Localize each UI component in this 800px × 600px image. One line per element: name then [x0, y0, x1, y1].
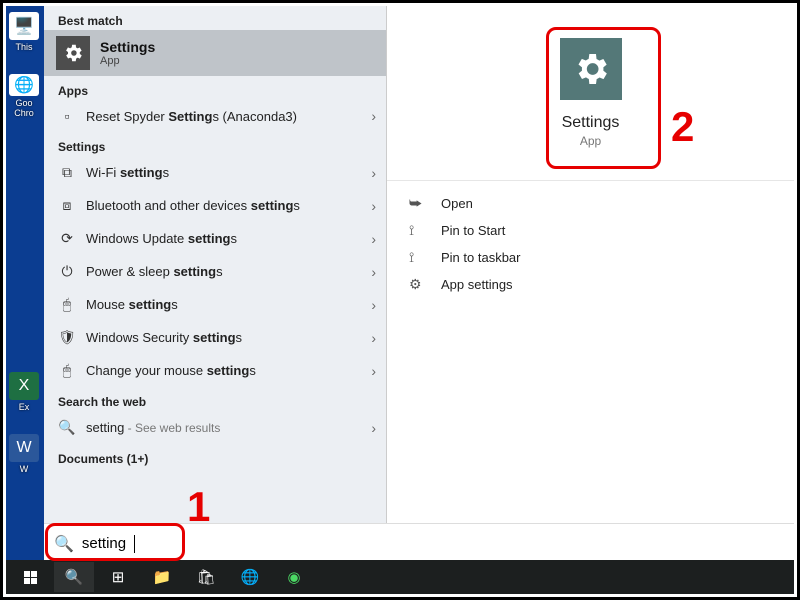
app-label: Reset Spyder Settings (Anaconda3) [86, 109, 361, 124]
gear-icon: ⚙ [409, 276, 427, 293]
gear-icon [560, 38, 622, 100]
taskbar: 🔍 ⊞ 📁 🛍 🌐 ◉ [6, 560, 794, 594]
settings-row-security[interactable]: 🛡 Windows Security settings › [44, 321, 386, 354]
settings-row-mouse-change[interactable]: 🖱 Change your mouse settings › [44, 354, 386, 387]
detail-title: Settings [562, 114, 620, 132]
settings-row-mouse[interactable]: 🖱 Mouse settings › [44, 288, 386, 321]
start-search-panel: Best match Settings App Apps ▫ Reset Spy… [44, 6, 387, 563]
chevron-right-icon: › [371, 420, 376, 436]
action-app-settings[interactable]: ⚙App settings [409, 276, 772, 293]
apps-header: Apps [44, 76, 386, 100]
chevron-right-icon: › [371, 363, 376, 379]
bluetooth-icon: ⧈ [58, 197, 76, 214]
detail-subtitle: App [580, 134, 601, 148]
chevron-right-icon: › [371, 297, 376, 313]
app-result-row[interactable]: ▫ Reset Spyder Settings (Anaconda3) › [44, 100, 386, 132]
taskbar-app-explorer[interactable]: 📁 [142, 562, 182, 592]
shield-icon: 🛡 [58, 329, 76, 346]
pin-icon: ⟟ [409, 222, 427, 239]
start-button[interactable] [10, 562, 50, 592]
taskbar-search-icon[interactable]: 🔍 [54, 562, 94, 592]
pin-icon: ⟟ [409, 249, 427, 266]
power-icon: ⏻ [58, 263, 76, 280]
chevron-right-icon: › [371, 264, 376, 280]
web-result-row[interactable]: 🔍 setting - See web results › [44, 411, 386, 444]
documents-header: Documents (1+) [44, 444, 386, 468]
desktop-icon[interactable]: WW [6, 434, 42, 478]
chevron-right-icon: › [371, 108, 376, 124]
search-icon: 🔍 [58, 419, 76, 436]
chevron-right-icon: › [371, 165, 376, 181]
settings-row-power[interactable]: ⏻ Power & sleep settings › [44, 255, 386, 288]
update-icon: ⟳ [58, 230, 76, 247]
taskbar-app-line[interactable]: ◉ [274, 562, 314, 592]
app-icon: ▫ [58, 108, 76, 124]
mouse-icon: 🖱 [58, 296, 76, 313]
taskbar-app-chrome[interactable]: 🌐 [230, 562, 270, 592]
best-match-subtitle: App [100, 55, 155, 67]
task-view-icon[interactable]: ⊞ [98, 562, 138, 592]
settings-row-bluetooth[interactable]: ⧈ Bluetooth and other devices settings › [44, 189, 386, 222]
action-pin-start[interactable]: ⟟Pin to Start [409, 222, 772, 239]
open-icon: ⮩ [409, 195, 427, 212]
desktop-icon[interactable]: 🖥️This [6, 12, 42, 56]
best-match-title: Settings [100, 39, 155, 55]
chevron-right-icon: › [371, 330, 376, 346]
gear-icon [56, 36, 90, 70]
chevron-right-icon: › [371, 198, 376, 214]
taskbar-app-store[interactable]: 🛍 [186, 562, 226, 592]
search-box[interactable]: 🔍 setting [44, 523, 794, 563]
settings-header: Settings [44, 132, 386, 156]
best-match-item[interactable]: Settings App [44, 30, 386, 76]
chevron-right-icon: › [371, 231, 376, 247]
action-pin-taskbar[interactable]: ⟟Pin to taskbar [409, 249, 772, 266]
settings-row-update[interactable]: ⟳ Windows Update settings › [44, 222, 386, 255]
desktop-strip: 🖥️This 🌐Goo Chro XEx WW [6, 6, 44, 566]
desktop-icon[interactable]: XEx [6, 372, 42, 416]
settings-row-wifi[interactable]: ⧉ Wi-Fi settings › [44, 156, 386, 189]
search-web-header: Search the web [44, 387, 386, 411]
best-match-header: Best match [44, 6, 386, 30]
desktop-icon[interactable]: 🌐Goo Chro [6, 74, 42, 118]
detail-pane: Settings App ⮩Open ⟟Pin to Start ⟟Pin to… [387, 6, 794, 563]
detail-header: Settings App [387, 6, 794, 181]
wifi-icon: ⧉ [58, 164, 76, 181]
action-open[interactable]: ⮩Open [409, 195, 772, 212]
mouse-icon: 🖱 [58, 362, 76, 379]
